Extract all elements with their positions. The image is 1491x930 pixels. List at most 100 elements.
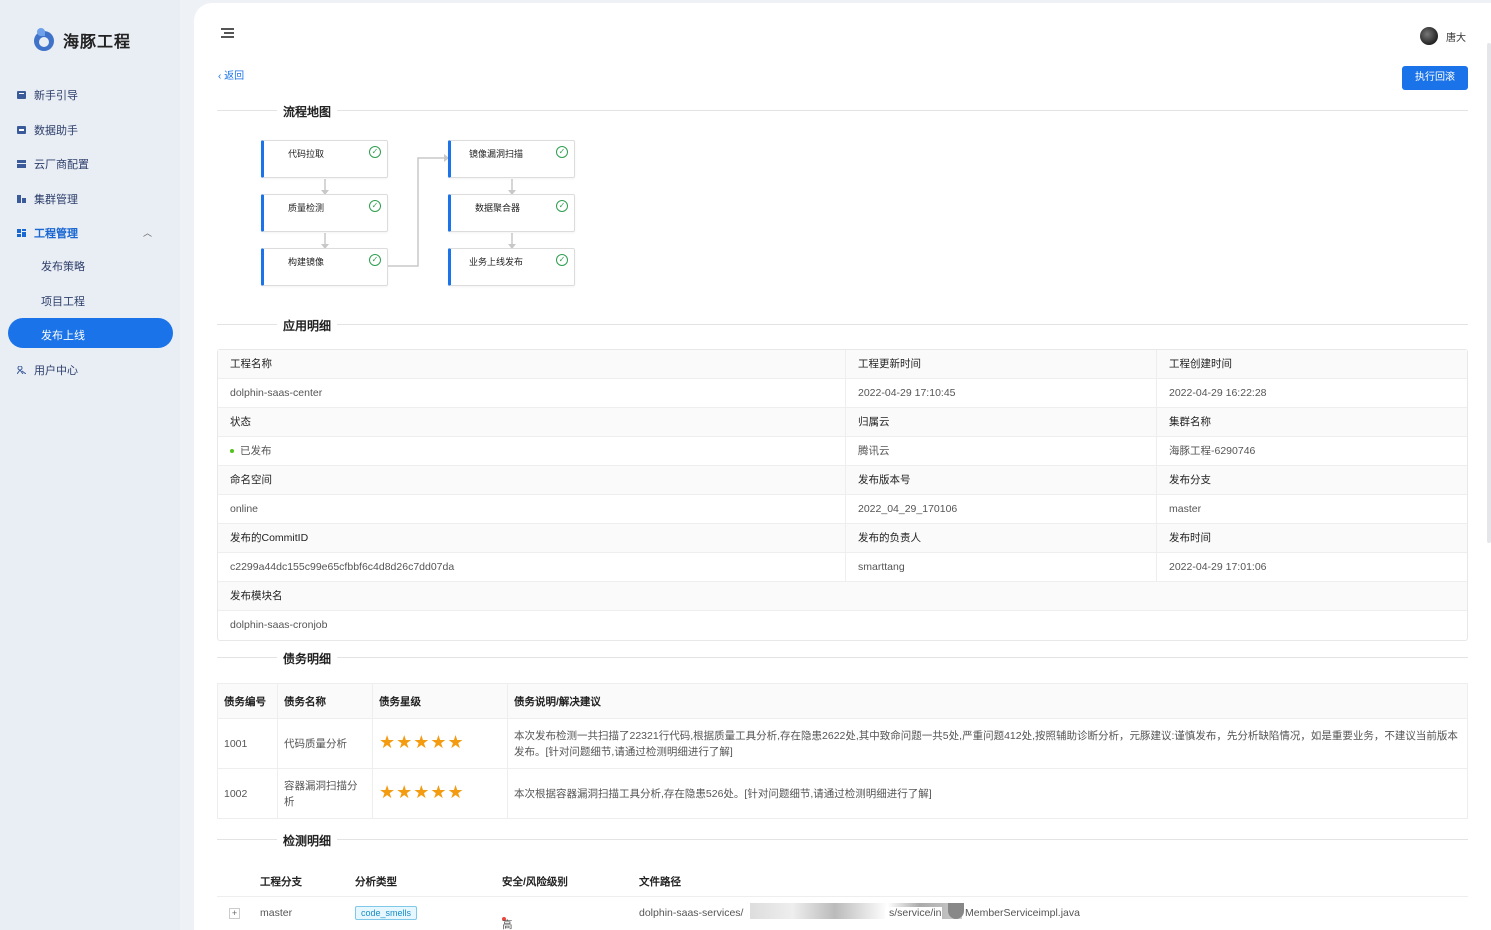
detail-value: 海豚工程-6290746 xyxy=(1169,445,1256,457)
flow-node-label: 业务上线发布 xyxy=(469,257,524,267)
risk-level-text: 高风险 xyxy=(502,919,513,930)
sidebar-item-users[interactable]: 用户中心 xyxy=(17,362,78,378)
sidebar: 海豚工程 新手引导 数据助手 云厂商配置 集群管理 工程管理 ︿ 发布策略 项目… xyxy=(0,0,180,930)
branch-cell: master xyxy=(260,907,293,919)
column-header: 债务星级 xyxy=(372,683,508,719)
debt-table: 债务编号 债务名称 债务星级 债务说明/解决建议 1001 代码质量分析 ★★★… xyxy=(217,683,1468,819)
check-circle-icon: ✓ xyxy=(556,254,568,266)
check-circle-icon: ✓ xyxy=(556,200,568,212)
cloud-icon xyxy=(17,160,26,168)
status-text: 已发布 xyxy=(240,445,272,457)
table-header-row: 债务编号 债务名称 债务星级 债务说明/解决建议 xyxy=(217,683,1468,719)
sidebar-item-guide[interactable]: 新手引导 xyxy=(17,87,78,103)
detail-value: online xyxy=(218,495,846,523)
check-circle-icon: ✓ xyxy=(369,146,381,158)
column-header: 文件路径 xyxy=(639,876,681,888)
section-app-detail: 应用明细 xyxy=(217,317,1468,334)
detail-value-row: 已发布 腾讯云 海豚工程-6290746 xyxy=(218,437,1467,466)
sidebar-item-label: 云厂商配置 xyxy=(34,159,89,171)
star-icon: ★★★★★ xyxy=(379,732,465,752)
detail-value: 腾讯云 xyxy=(846,437,1157,465)
data-icon xyxy=(17,126,26,134)
section-title: 应用明细 xyxy=(277,317,338,334)
detail-value: dolphin-saas-cronjob xyxy=(230,619,328,631)
guide-icon xyxy=(17,91,26,99)
star-icon: ★★★★★ xyxy=(379,782,465,802)
detail-value-row: dolphin-saas-cronjob xyxy=(218,611,1467,640)
flow-node-label: 数据聚合器 xyxy=(475,203,521,213)
rollback-button[interactable]: 执行回滚 xyxy=(1402,66,1468,90)
column-header: 债务说明/解决建议 xyxy=(507,683,1468,719)
table-row: 1002 容器漏洞扫描分析 ★★★★★ 本次根据容器漏洞扫描工具分析,存在隐患5… xyxy=(217,768,1468,819)
detail-label: 集群名称 xyxy=(1169,416,1211,428)
user-menu[interactable]: 唐大 xyxy=(1420,27,1466,45)
detail-label-row: 发布模块名 xyxy=(218,582,1467,611)
table-row: + master code_smells 高风险 dolphin-saas-se… xyxy=(217,897,1468,930)
detail-label: 状态 xyxy=(218,408,846,436)
detail-label: 工程更新时间 xyxy=(846,350,1157,378)
main-content: 唐大 ‹ 返回 执行回滚 流程地图 代码拉取 ✓ 质量检测 ✓ 构建镜像 ✓ 镜像漏洞… xyxy=(194,3,1491,930)
sidebar-item-cluster[interactable]: 集群管理 xyxy=(17,191,78,207)
sidebar-item-label: 用户中心 xyxy=(34,365,78,377)
sidebar-item-project[interactable]: 工程管理 xyxy=(17,225,78,241)
flow-node[interactable]: 构建镜像 ✓ xyxy=(261,248,388,286)
detail-label-row: 状态 归属云 集群名称 xyxy=(218,408,1467,437)
detail-label: 发布的CommitID xyxy=(218,524,846,552)
debt-description: 本次根据容器漏洞扫描工具分析,存在隐患526处。[针对问题细节,请通过检测明细进… xyxy=(507,768,1468,819)
flow-node[interactable]: 镜像漏洞扫描 ✓ xyxy=(448,140,575,178)
chevron-up-icon[interactable]: ︿ xyxy=(143,226,152,239)
sidebar-subitem-projects[interactable]: 项目工程 xyxy=(41,293,85,309)
sidebar-subitem-label: 发布上线 xyxy=(41,330,85,342)
flow-node[interactable]: 质量检测 ✓ xyxy=(261,194,388,232)
flow-node[interactable]: 数据聚合器 ✓ xyxy=(448,194,575,232)
detail-value-row: dolphin-saas-center 2022-04-29 17:10:45 … xyxy=(218,379,1467,408)
detail-value: 2022-04-29 16:22:28 xyxy=(1169,387,1267,399)
app-logo[interactable]: 海豚工程 xyxy=(33,28,131,52)
flow-node-label: 质量检测 xyxy=(288,203,325,213)
section-title: 债务明细 xyxy=(277,650,338,667)
section-debt: 债务明细 xyxy=(217,650,1468,667)
detection-table-header: 工程分支 分析类型 安全/风险级别 文件路径 xyxy=(217,865,1468,897)
detail-label: 归属云 xyxy=(846,408,1157,436)
sidebar-item-data[interactable]: 数据助手 xyxy=(17,122,78,138)
detail-label: 工程名称 xyxy=(218,350,846,378)
debt-name: 容器漏洞扫描分析 xyxy=(277,768,373,819)
detail-value-row: online 2022_04_29_170106 master xyxy=(218,495,1467,524)
type-tag: code_smells xyxy=(355,906,418,920)
flow-node[interactable]: 业务上线发布 ✓ xyxy=(448,248,575,286)
dolphin-logo-icon xyxy=(33,28,55,52)
column-header: 工程分支 xyxy=(260,876,302,888)
detail-value: master xyxy=(1169,503,1202,515)
app-detail-table: 工程名称 工程更新时间 工程创建时间 dolphin-saas-center 2… xyxy=(217,349,1468,641)
file-path-start: dolphin-saas-services/ xyxy=(639,907,744,919)
detail-label: 发布模块名 xyxy=(230,590,283,602)
detail-label-row: 发布的CommitID 发布的负责人 发布时间 xyxy=(218,524,1467,553)
detail-value: 2022-04-29 17:01:06 xyxy=(1169,561,1267,573)
user-icon xyxy=(17,366,26,374)
flow-node-label: 镜像漏洞扫描 xyxy=(469,149,524,159)
debt-description: 本次发布检测一共扫描了22321行代码,根据质量工具分析,存在隐患2622处,其… xyxy=(507,718,1468,769)
sidebar-subitem-strategy[interactable]: 发布策略 xyxy=(41,258,85,274)
debt-id: 1001 xyxy=(217,718,278,769)
sidebar-item-cloud[interactable]: 云厂商配置 xyxy=(17,156,89,172)
scrollbar[interactable] xyxy=(1487,43,1491,543)
detail-value: c2299a44dc155c99e65cfbbf6c4d8d26c7dd07da xyxy=(218,553,846,581)
sidebar-subitem-release[interactable]: 发布上线 xyxy=(8,318,173,348)
detail-value: dolphin-saas-center xyxy=(218,379,846,407)
detail-value-row: c2299a44dc155c99e65cfbbf6c4d8d26c7dd07da… xyxy=(218,553,1467,582)
redacted-block xyxy=(948,903,964,919)
flow-node-label: 构建镜像 xyxy=(288,257,325,267)
expand-icon[interactable]: + xyxy=(229,908,240,919)
flow-node[interactable]: 代码拉取 ✓ xyxy=(261,140,388,178)
detail-label: 发布分支 xyxy=(1169,474,1211,486)
detail-value: smarttang xyxy=(846,553,1157,581)
debt-id: 1002 xyxy=(217,768,278,819)
detail-label: 工程创建时间 xyxy=(1169,358,1232,370)
column-header: 分析类型 xyxy=(355,876,397,888)
file-path-end: MemberServiceimpl.java xyxy=(965,907,1080,919)
project-icon xyxy=(17,229,26,237)
sidebar-item-label: 集群管理 xyxy=(34,194,78,206)
cluster-icon xyxy=(17,195,26,203)
avatar xyxy=(1420,27,1438,45)
detail-label: 发布版本号 xyxy=(846,466,1157,494)
